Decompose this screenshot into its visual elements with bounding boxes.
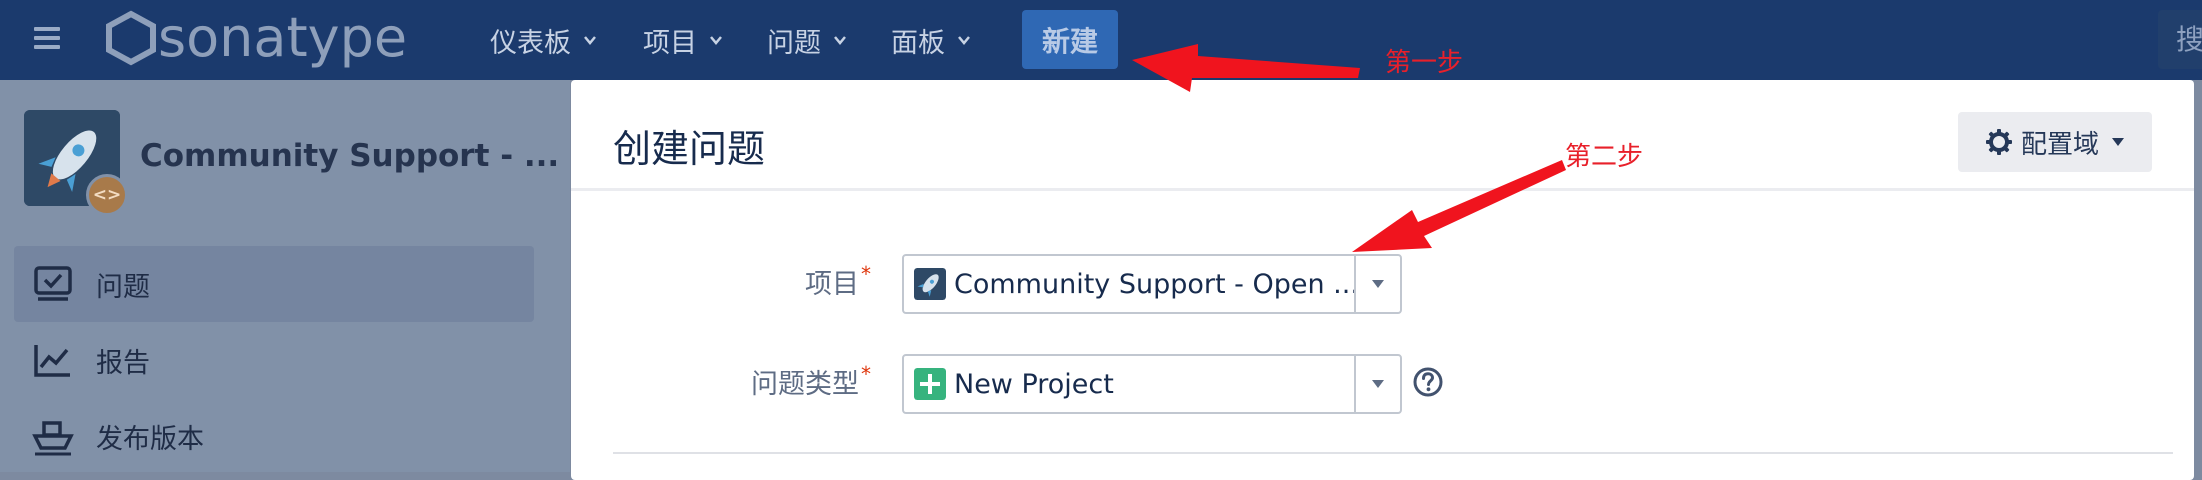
label-text: 项目 [805,269,859,300]
nav-label: 面板 [891,27,945,59]
issue-type-select[interactable]: New Project [902,354,1402,414]
nav-issues[interactable]: 问题 [767,18,847,62]
chevron-down-icon [710,36,722,45]
chevron-down-icon [834,36,846,45]
dialog-header-divider [571,188,2194,191]
label-text: 问题类型 [751,369,859,400]
nav-label: 问题 [767,27,821,59]
sidebar-item-issues[interactable]: 问题 [14,246,534,322]
sidebar-item-releases[interactable]: 发布版本 [14,398,534,474]
caret-down-icon [1372,280,1384,288]
issues-icon [34,266,72,301]
project-type-badge: <> [86,174,128,216]
menu-icon[interactable] [34,27,64,53]
top-navigation-bar: sonatype 仪表板 项目 问题 面板 新建 搜 [0,0,2202,80]
dialog-title: 创建问题 [613,127,766,171]
issue-type-dropdown-toggle[interactable] [1354,356,1400,412]
nav-label: 仪表板 [490,27,571,59]
sidebar-item-label: 报告 [96,347,150,379]
required-marker: * [861,362,871,386]
ship-icon [32,421,74,456]
caret-down-icon [1372,380,1384,388]
step-one-annotation: 第一步 [1385,48,1464,78]
sidebar-item-label: 发布版本 [96,423,204,455]
project-field-label: 项目 * [571,262,871,301]
configure-fields-label: 配置域 [2020,129,2099,160]
project-select[interactable]: Community Support - Open ... [902,254,1402,314]
step-two-annotation: 第二步 [1565,142,1644,172]
issue-type-select-value: New Project [954,368,1114,400]
project-sidebar: <> Community Support - ... 问题 报告 发布版本 [0,80,570,472]
caret-down-icon [2112,138,2124,146]
chart-line-icon [34,345,70,377]
project-select-value: Community Support - Open ... [954,268,1354,300]
project-dropdown-toggle[interactable] [1354,256,1400,312]
search-input[interactable]: 搜 [2158,10,2202,69]
sidebar-item-label: 问题 [96,271,150,303]
project-name[interactable]: Community Support - ... [140,138,559,174]
sonatype-logo[interactable]: sonatype [104,8,407,68]
nav-label: 项目 [643,27,697,59]
chevron-down-icon [584,36,596,45]
required-marker: * [861,262,871,286]
gear-icon [1985,129,2012,155]
chevron-down-icon [958,36,970,45]
rocket-icon [914,268,946,300]
hexagon-logo-icon [106,10,156,66]
logo-text: sonatype [158,6,408,69]
issue-type-field-label: 问题类型 * [571,362,871,401]
nav-boards[interactable]: 面板 [891,18,971,62]
sidebar-item-reports[interactable]: 报告 [14,322,534,398]
dialog-section-divider [613,452,2173,454]
create-button[interactable]: 新建 [1022,10,1118,69]
nav-dashboards[interactable]: 仪表板 [490,18,597,62]
plus-icon [914,368,946,400]
configure-fields-button[interactable]: 配置域 [1958,112,2152,172]
nav-projects[interactable]: 项目 [643,18,723,62]
help-icon[interactable] [1412,366,1444,398]
create-issue-dialog: 创建问题 配置域 项目 * Community Support - Open .… [571,80,2194,480]
